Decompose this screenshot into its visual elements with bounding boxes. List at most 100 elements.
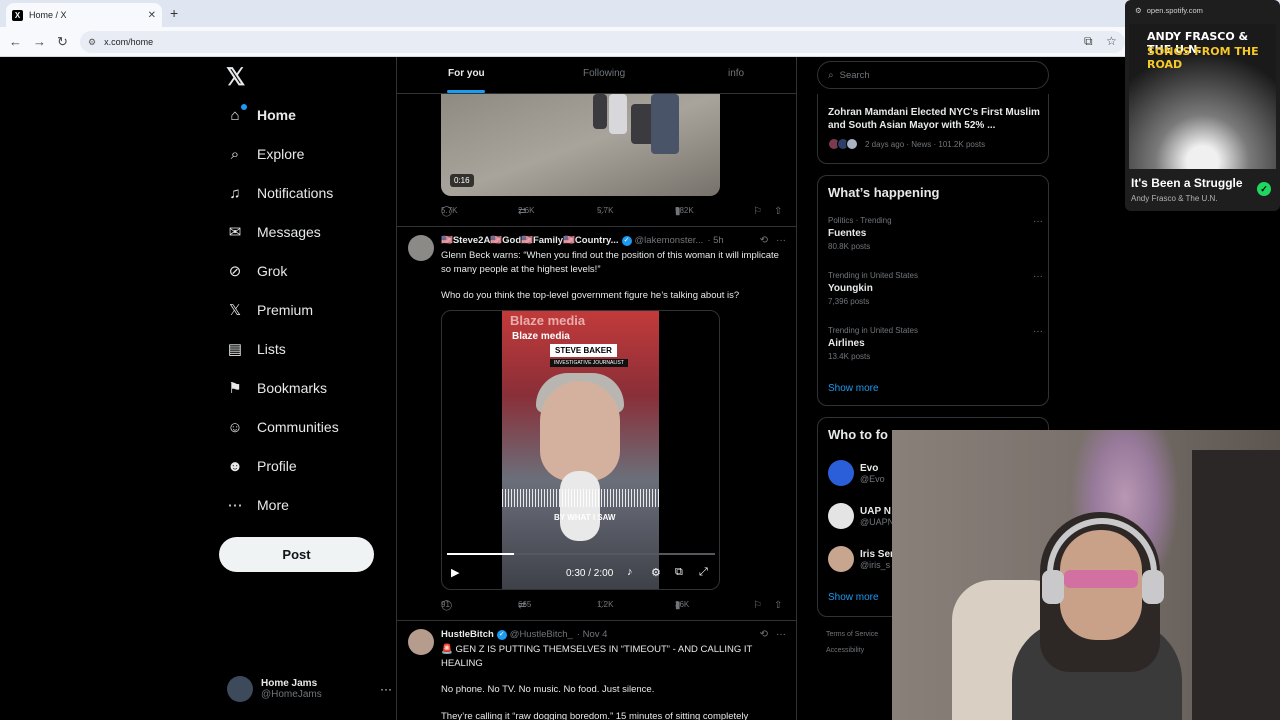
nav-more[interactable]: ⋯ More: [226, 490, 289, 520]
lower-third-name: STEVE BAKER: [550, 344, 617, 357]
nav-communities[interactable]: ☺ Communities: [226, 412, 338, 442]
more-options-icon[interactable]: ···: [776, 629, 786, 640]
new-tab-icon[interactable]: +: [170, 5, 178, 21]
accessibility-link[interactable]: Accessibility: [826, 643, 878, 659]
more-options-icon[interactable]: ···: [1033, 216, 1043, 227]
suggestion-name: Iris Ser: [860, 548, 894, 560]
view-count: 582K: [675, 206, 694, 215]
avatar[interactable]: [408, 235, 434, 261]
video-progress-fill: [447, 553, 514, 555]
audio-waveform: [502, 489, 659, 507]
avatar[interactable]: [408, 629, 434, 655]
doorway: [1192, 450, 1280, 720]
grok-icon: ⊘: [228, 263, 242, 280]
account-switcher[interactable]: Home Jams @HomeJams ···: [227, 674, 392, 704]
tab-following[interactable]: Following: [583, 68, 625, 79]
whats-happening-panel: What’s happening Politics · Trending Fue…: [817, 175, 1049, 406]
trend-item[interactable]: Trending in United States Airlines 13.4K…: [828, 326, 1043, 361]
author-handle[interactable]: @HustleBitch_: [510, 629, 573, 640]
saved-check-icon[interactable]: ✓: [1257, 182, 1271, 196]
settings-icon[interactable]: ⚙: [651, 566, 661, 579]
suggestion-handle: @UAPN: [860, 516, 895, 527]
account-handle: @HomeJams: [261, 689, 322, 700]
bookmark-icon: ⚐: [753, 206, 762, 217]
post-actions: ◯ 5.7K ⇄ 2.6K ♡ 5.7K ▮ 582K ⚐ ⇧: [441, 206, 783, 220]
grok-post-icon[interactable]: ⟲: [760, 235, 768, 246]
browser-tab[interactable]: X Home / X ✕: [6, 3, 162, 27]
back-icon[interactable]: ←: [9, 34, 22, 49]
x-logo-icon[interactable]: 𝕏: [226, 63, 245, 92]
volume-icon[interactable]: ♪: [627, 566, 633, 578]
trend-item[interactable]: Trending in United States Youngkin 7,396…: [828, 271, 1043, 306]
album-art-line2: SONGS FROM THE ROAD: [1147, 45, 1259, 71]
nav-messages[interactable]: ✉ Messages: [226, 217, 321, 247]
terms-link[interactable]: Terms of Service: [826, 627, 878, 643]
post-time[interactable]: · 5h: [707, 235, 723, 246]
tab-info[interactable]: info: [728, 68, 744, 79]
pip-icon[interactable]: ⧉: [675, 566, 683, 579]
nav-profile[interactable]: ☻ Profile: [226, 451, 297, 481]
verified-badge-icon: ✓: [496, 629, 507, 640]
trend-count: 7,396 posts: [828, 297, 870, 306]
play-icon[interactable]: ▶: [451, 566, 459, 579]
post-time[interactable]: · Nov 4: [577, 629, 608, 640]
show-more-link[interactable]: Show more: [828, 592, 879, 603]
forward-icon[interactable]: →: [33, 34, 46, 49]
like-count: 1.2K: [597, 600, 614, 609]
reply-count: 5.7K: [441, 206, 458, 215]
video-brand-logo: Blaze media: [512, 331, 570, 342]
reload-icon[interactable]: ↻: [57, 34, 68, 50]
install-app-icon[interactable]: ⧉: [1084, 34, 1093, 49]
show-more-link[interactable]: Show more: [828, 383, 879, 394]
more-options-icon[interactable]: ···: [380, 682, 392, 696]
album-art: ANDY FRASCO & THE U.N. SONGS FROM THE RO…: [1129, 24, 1276, 169]
suggestion-name: Evo: [860, 462, 879, 474]
author-name[interactable]: HustleBitch: [441, 629, 494, 640]
post-button[interactable]: Post: [219, 537, 374, 572]
nav-label: Notifications: [257, 185, 334, 201]
post-video[interactable]: 0:16: [441, 94, 720, 196]
more-options-icon[interactable]: ···: [776, 235, 786, 246]
x-icon: 𝕏: [228, 302, 242, 319]
video-brand-watermark: Blaze media: [510, 313, 586, 328]
tab-for-you[interactable]: For you: [448, 68, 485, 79]
trend-topic: Fuentes: [828, 228, 867, 239]
trend-item[interactable]: Politics · Trending Fuentes 80.8K posts …: [828, 216, 1043, 251]
video-progress-bar[interactable]: [447, 553, 715, 555]
nav-bookmarks[interactable]: ⚑ Bookmarks: [226, 373, 327, 403]
nav-home[interactable]: ⌂ Home: [226, 100, 296, 130]
post-header: HustleBitch ✓ @HustleBitch_ · Nov 4 ⟲ ··…: [441, 629, 786, 640]
nav-explore[interactable]: ⌕ Explore: [226, 139, 305, 169]
nav-premium[interactable]: 𝕏 Premium: [226, 295, 313, 325]
nav-lists[interactable]: ▤ Lists: [226, 334, 286, 364]
nav-label: Lists: [257, 341, 286, 357]
search-placeholder: Search: [839, 69, 870, 81]
divider: [397, 226, 796, 227]
post-text: Who do you think the top-level governmen…: [441, 290, 740, 301]
nav-notifications[interactable]: ♫ Notifications: [226, 178, 333, 208]
author-handle[interactable]: @lakemonster...: [635, 235, 704, 246]
headset-earcup: [1042, 570, 1064, 604]
site-info-icon[interactable]: ⚙: [88, 37, 96, 48]
more-options-icon[interactable]: ···: [1033, 326, 1043, 337]
nav-label: Premium: [257, 302, 314, 318]
news-card[interactable]: Zohran Mamdani Elected NYC's First Musli…: [817, 94, 1049, 164]
bookmark-star-icon[interactable]: ☆: [1106, 34, 1117, 48]
fullscreen-icon[interactable]: ⤢: [699, 566, 708, 579]
spotify-mini-player[interactable]: ⚙ open.spotify.com ANDY FRASCO & THE U.N.…: [1125, 0, 1280, 211]
search-input[interactable]: ⌕ Search: [817, 61, 1049, 89]
nav-label: More: [257, 497, 289, 513]
song-title: It's Been a Struggle: [1131, 176, 1243, 190]
url-input[interactable]: ⚙ x.com/home: [80, 31, 1125, 53]
view-count: 36K: [675, 600, 690, 609]
video-duration: 0:16: [450, 174, 474, 187]
close-tab-icon[interactable]: ✕: [148, 10, 156, 21]
author-name[interactable]: 🇺🇸Steve2A🇺🇸God🇺🇸Family🇺🇸Country...: [441, 235, 619, 246]
post-video[interactable]: Blaze media Blaze media STEVE BAKER INVE…: [441, 310, 720, 590]
trend-context: Trending in United States: [828, 326, 918, 335]
nav-grok[interactable]: ⊘ Grok: [226, 256, 288, 286]
more-options-icon[interactable]: ···: [1033, 271, 1043, 282]
grok-post-icon[interactable]: ⟲: [760, 629, 768, 640]
left-nav: 𝕏 ⌂ Home ⌕ Explore ♫ Notifications ✉ Mes…: [218, 57, 396, 720]
lower-third-title: INVESTIGATIVE JOURNALIST: [550, 359, 628, 367]
